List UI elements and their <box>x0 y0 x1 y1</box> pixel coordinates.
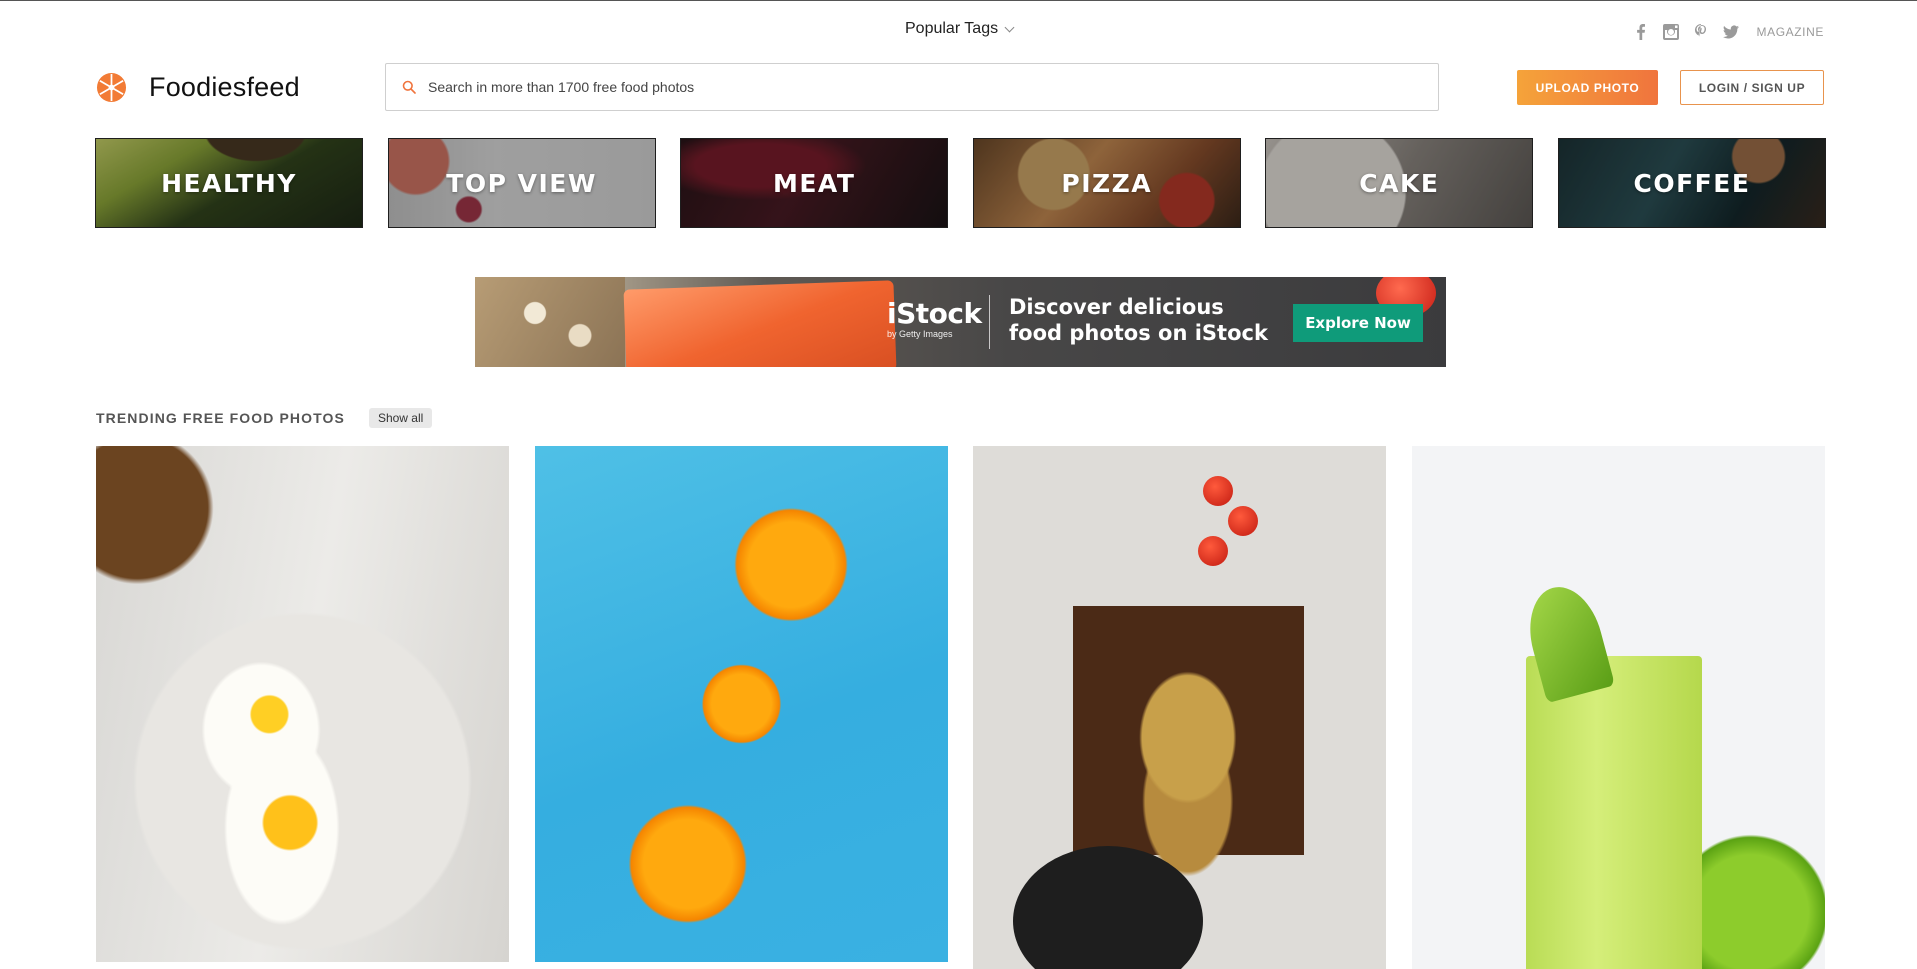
category-coffee[interactable]: COFFEE <box>1557 138 1826 228</box>
social-links: MAGAZINE <box>1633 24 1824 40</box>
photo-glass <box>1526 656 1702 969</box>
search-icon <box>402 80 416 94</box>
foodiesfeed-logo-icon <box>96 72 127 103</box>
top-border <box>0 0 1917 1</box>
category-label: TOP VIEW <box>446 168 597 198</box>
twitter-icon[interactable] <box>1722 24 1739 40</box>
explore-now-button[interactable]: Explore Now <box>1293 304 1423 342</box>
brand-logo[interactable]: Foodiesfeed <box>96 72 300 103</box>
category-pizza[interactable]: PIZZA <box>972 138 1241 228</box>
photo-grid <box>96 446 1826 969</box>
photo-card-lime-juice[interactable] <box>1412 446 1825 969</box>
istock-brand: iStock <box>887 297 982 330</box>
category-label: CAKE <box>1359 168 1440 198</box>
istock-logo: iStock by Getty Images <box>887 297 982 340</box>
photo-card-avocado-egg-toast[interactable] <box>96 446 509 962</box>
photo-tomato <box>1203 476 1233 506</box>
magazine-link[interactable]: MAGAZINE <box>1757 25 1824 39</box>
pinterest-icon[interactable] <box>1693 24 1709 40</box>
show-all-button[interactable]: Show all <box>368 408 433 428</box>
trending-header: TRENDING FREE FOOD PHOTOS Show all <box>96 408 433 428</box>
photo-pan <box>1013 846 1203 969</box>
photo-card-oranges-on-blue[interactable] <box>535 446 948 962</box>
category-meat[interactable]: MEAT <box>680 138 949 228</box>
instagram-icon[interactable] <box>1662 24 1679 40</box>
category-tiles: HEALTHY TOP VIEW MEAT PIZZA CAKE COFFEE <box>95 138 1826 228</box>
category-top-view[interactable]: TOP VIEW <box>387 138 656 228</box>
ad-salmon-image <box>623 280 897 367</box>
search-bar[interactable] <box>385 63 1439 111</box>
category-cake[interactable]: CAKE <box>1265 138 1534 228</box>
category-label: PIZZA <box>1061 168 1153 198</box>
section-title: TRENDING FREE FOOD PHOTOS <box>96 410 345 426</box>
category-healthy[interactable]: HEALTHY <box>95 138 363 228</box>
login-signup-button[interactable]: LOGIN / SIGN UP <box>1680 70 1824 105</box>
istock-ad-banner[interactable]: iStock by Getty Images Discover deliciou… <box>475 277 1446 367</box>
ad-headline: Discover delicious food photos on iStock <box>1009 295 1268 345</box>
search-input[interactable] <box>428 79 1408 95</box>
popular-tags-label: Popular Tags <box>905 20 999 37</box>
chevron-down-icon <box>1004 22 1015 32</box>
photo-card-burgers-platter[interactable] <box>973 446 1386 969</box>
category-label: HEALTHY <box>161 168 297 198</box>
brand-name: Foodiesfeed <box>149 72 300 102</box>
category-label: COFFEE <box>1633 168 1751 198</box>
photo-tomato <box>1228 506 1258 536</box>
photo-tomato <box>1198 536 1228 566</box>
facebook-icon[interactable] <box>1633 24 1649 40</box>
istock-brand-sub: by Getty Images <box>887 329 953 339</box>
ad-cutting-board-image <box>475 277 625 367</box>
popular-tags-dropdown[interactable]: Popular Tags <box>905 20 1015 38</box>
category-label: MEAT <box>772 168 856 198</box>
upload-photo-button[interactable]: UPLOAD PHOTO <box>1517 70 1658 105</box>
ad-divider <box>989 295 990 349</box>
